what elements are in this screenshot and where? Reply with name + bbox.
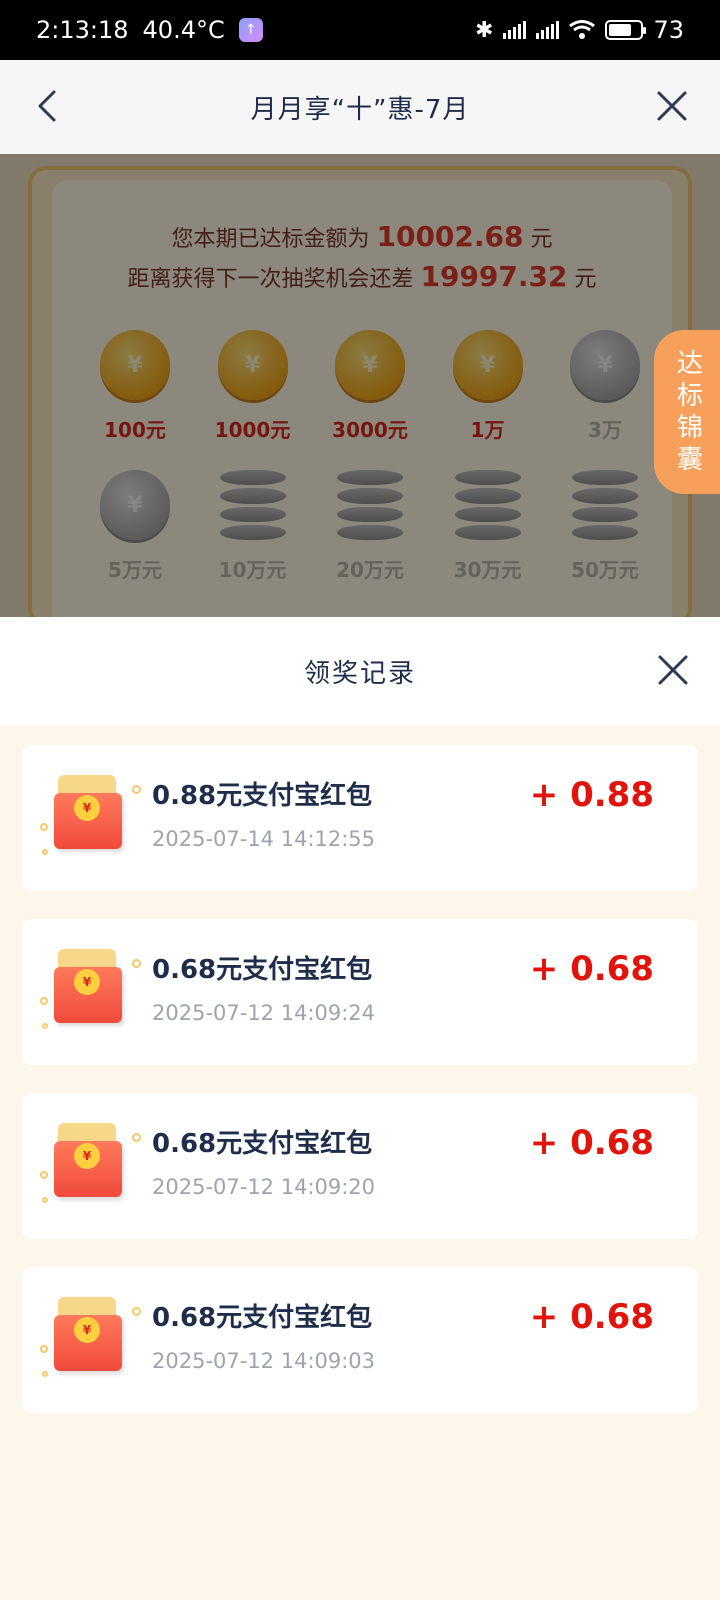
record-item[interactable]: ¥ 0.68元支付宝红包 2025-07-12 14:09:03 + 0.68 — [22, 1267, 698, 1413]
signal-icon — [503, 21, 527, 39]
record-amount: + 0.88 — [529, 775, 654, 815]
tips-side-tab[interactable]: 达标锦囊 — [654, 330, 720, 494]
battery-icon — [605, 20, 647, 40]
wifi-icon — [569, 20, 596, 39]
record-title: 0.68元支付宝红包 — [152, 955, 373, 985]
record-item[interactable]: ¥ 0.88元支付宝红包 2025-07-14 14:12:55 + 0.88 — [22, 745, 698, 891]
record-title: 0.68元支付宝红包 — [152, 1129, 373, 1159]
red-envelope-icon: ¥ — [40, 945, 146, 1035]
record-amount: + 0.68 — [529, 1123, 654, 1163]
status-time: 2:13:18 — [36, 16, 129, 44]
sheet-header: 领奖记录 — [0, 617, 720, 725]
record-item[interactable]: ¥ 0.68元支付宝红包 2025-07-12 14:09:24 + 0.68 — [22, 919, 698, 1065]
dim-overlay[interactable] — [0, 154, 720, 620]
back-icon[interactable] — [30, 88, 66, 124]
record-amount: + 0.68 — [529, 949, 654, 989]
record-time: 2025-07-12 14:09:03 — [152, 1349, 376, 1373]
record-item[interactable]: ¥ 0.68元支付宝红包 2025-07-12 14:09:20 + 0.68 — [22, 1093, 698, 1239]
close-icon[interactable] — [656, 653, 690, 687]
title-bar: 月月享“十”惠-7月 — [0, 60, 720, 154]
sheet-title: 领奖记录 — [303, 658, 416, 689]
close-icon[interactable] — [654, 88, 690, 124]
page-title: 月月享“十”惠-7月 — [250, 94, 470, 125]
record-time: 2025-07-12 14:09:24 — [152, 1001, 376, 1025]
record-title: 0.68元支付宝红包 — [152, 1303, 373, 1333]
record-time: 2025-07-14 14:12:55 — [152, 827, 376, 851]
app-notification-icon: ↑ — [238, 18, 263, 42]
record-amount: + 0.68 — [529, 1297, 654, 1337]
battery-percent: 73 — [653, 16, 684, 44]
record-list: ¥ 0.88元支付宝红包 2025-07-14 14:12:55 + 0.88 … — [0, 725, 720, 1413]
record-time: 2025-07-12 14:09:20 — [152, 1175, 376, 1199]
red-envelope-icon: ¥ — [40, 1119, 146, 1209]
red-envelope-icon: ¥ — [40, 1293, 146, 1383]
record-title: 0.88元支付宝红包 — [152, 781, 373, 811]
status-temperature: 40.4°C — [142, 16, 225, 44]
red-envelope-icon: ¥ — [40, 771, 146, 861]
award-records-sheet: 领奖记录 ¥ 0.88元支付宝红包 2025-07-14 14:12:55 + … — [0, 617, 720, 1600]
bluetooth-icon: ✱ — [475, 17, 494, 43]
status-bar: 2:13:18 40.4°C ↑ ✱ 73 — [0, 0, 720, 60]
signal-icon-2 — [536, 21, 560, 39]
